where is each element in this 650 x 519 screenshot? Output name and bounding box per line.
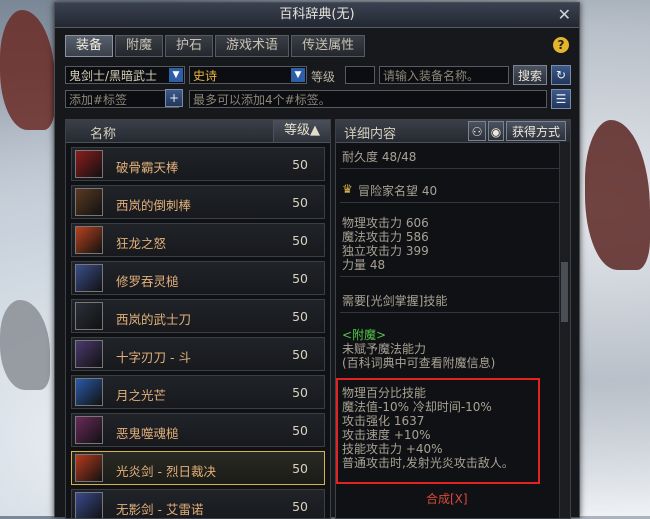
acquire-method-button[interactable]: 获得方式 <box>506 121 566 141</box>
list-item[interactable]: 无影剑 - 艾雷诺 50 <box>71 489 325 518</box>
item-level: 50 <box>292 157 308 172</box>
weapon-icon <box>75 150 103 178</box>
divider <box>340 276 560 277</box>
item-level: 50 <box>292 385 308 400</box>
item-name: 无影剑 - 艾雷诺 <box>116 502 204 517</box>
stat-strength: 力量 48 <box>342 258 386 272</box>
eye-icon[interactable]: ◉ <box>488 121 504 141</box>
item-name: 狂龙之怒 <box>116 236 167 251</box>
list-item[interactable]: 狂龙之怒 50 <box>71 223 325 257</box>
tab-game-terms[interactable]: 游戏术语 <box>215 35 290 57</box>
item-name: 西岚的武士刀 <box>116 312 192 327</box>
detail-title: 详细内容 <box>344 127 397 142</box>
compare-icon[interactable]: ⚇ <box>468 121 486 141</box>
tab-enchant[interactable]: 附魔 <box>115 35 164 57</box>
equipment-list: 名称 等级▲ 破骨霸天棒 50 西岚的倒刺棒 50 狂龙之怒 50 修罗吞灵槌 … <box>65 119 331 519</box>
item-name: 修罗吞灵槌 <box>116 274 179 289</box>
refresh-icon[interactable]: ↻ <box>551 65 571 85</box>
tag-menu-icon[interactable]: ☰ <box>551 89 571 109</box>
item-level: 50 <box>292 499 308 514</box>
rarity-select-value: 史诗 <box>193 69 218 83</box>
divider <box>340 168 560 169</box>
tag-list-field: 最多可以添加4个#标签。 <box>189 90 547 108</box>
durability: 耐久度 48/48 <box>342 150 417 164</box>
item-name: 破骨霸天棒 <box>116 160 179 175</box>
tab-bar: 装备 附魔 护石 游戏术语 传送属性 <box>65 35 367 57</box>
search-button[interactable]: 搜索 <box>513 65 547 85</box>
class-select[interactable]: 鬼剑士/黑暗武士 ▼ <box>65 66 185 84</box>
tab-teleport-attr[interactable]: 传送属性 <box>291 35 366 57</box>
class-select-value: 鬼剑士/黑暗武士 <box>69 69 158 83</box>
window-title: 百科辞典(无) <box>279 7 355 22</box>
tag-input[interactable]: 添加#标签 <box>65 90 179 108</box>
tag-placeholder: 添加#标签 <box>69 93 128 107</box>
chevron-down-icon: ▼ <box>169 68 183 82</box>
item-name: 十字刃刀 - 斗 <box>116 350 191 365</box>
encyclopedia-window: 百科辞典(无) ✕ 装备 附魔 护石 游戏术语 传送属性 ? 鬼剑士/黑暗武士 … <box>54 2 580 519</box>
tab-amulet[interactable]: 护石 <box>165 35 214 57</box>
craft-link[interactable]: 合成[X] <box>426 490 468 507</box>
item-level: 50 <box>292 461 308 476</box>
weapon-icon <box>75 340 103 368</box>
item-level: 50 <box>292 195 308 210</box>
list-item[interactable]: 十字刃刀 - 斗 50 <box>71 337 325 371</box>
list-item[interactable]: 西岚的倒刺棒 50 <box>71 185 325 219</box>
item-level: 50 <box>292 309 308 324</box>
level-input[interactable] <box>345 66 375 84</box>
chevron-down-icon: ▼ <box>291 68 305 82</box>
search-input[interactable]: 请输入装备名称。 <box>379 66 509 84</box>
search-placeholder: 请输入装备名称。 <box>383 69 480 83</box>
weapon-icon <box>75 188 103 216</box>
weapon-icon <box>75 378 103 406</box>
item-level: 50 <box>292 347 308 362</box>
close-icon[interactable]: ✕ <box>558 3 571 27</box>
item-name: 西岚的倒刺棒 <box>116 198 192 213</box>
weapon-icon <box>75 302 103 330</box>
tab-equipment[interactable]: 装备 <box>65 35 114 57</box>
column-level-header[interactable]: 等级▲ <box>273 120 330 142</box>
level-label: 等级 <box>311 70 336 84</box>
weapon-icon <box>75 264 103 292</box>
list-item[interactable]: 修罗吞灵槌 50 <box>71 261 325 295</box>
item-level: 50 <box>292 271 308 286</box>
list-item[interactable]: 恶鬼噬魂槌 50 <box>71 413 325 447</box>
list-item[interactable]: 月之光芒 50 <box>71 375 325 409</box>
item-name: 光炎剑 - 烈日裁决 <box>116 464 216 479</box>
item-name: 恶鬼噬魂槌 <box>116 426 179 441</box>
weapon-icon <box>75 492 103 518</box>
divider <box>340 202 560 203</box>
scroll-thumb[interactable] <box>561 262 568 322</box>
enchant-line: (百科词典中可查看附魔信息) <box>342 356 496 370</box>
title-bar[interactable]: 百科辞典(无) ✕ <box>55 3 579 28</box>
item-level: 50 <box>292 423 308 438</box>
list-item[interactable]: 破骨霸天棒 50 <box>71 147 325 181</box>
divider <box>340 312 560 313</box>
effect-line: 普通攻击时,发射光炎攻击敌人。 <box>342 456 514 470</box>
fame-value: 冒险家名望 40 <box>358 184 438 198</box>
weapon-icon <box>75 226 103 254</box>
detail-scrollbar[interactable] <box>559 142 570 518</box>
weapon-icon <box>75 416 103 444</box>
add-tag-icon[interactable]: + <box>165 89 183 107</box>
list-header: 名称 等级▲ <box>66 120 330 143</box>
help-icon[interactable]: ? <box>553 37 569 53</box>
rarity-select[interactable]: 史诗 ▼ <box>189 66 307 84</box>
tag-hint: 最多可以添加4个#标签。 <box>193 93 331 107</box>
weapon-icon <box>75 454 103 482</box>
detail-header: 详细内容 ⚇ ◉ 获得方式 <box>336 120 570 143</box>
detail-panel: 详细内容 ⚇ ◉ 获得方式 耐久度 48/48 ♛ 冒险家名望 40 物理攻击力… <box>335 119 571 519</box>
item-level: 50 <box>292 233 308 248</box>
list-item[interactable]: 西岚的武士刀 50 <box>71 299 325 333</box>
skill-requirement: 需要[光剑掌握]技能 <box>342 294 448 308</box>
list-item-selected[interactable]: 光炎剑 - 烈日裁决 50 <box>71 451 325 485</box>
item-name: 月之光芒 <box>116 388 167 403</box>
fame-icon: ♛ <box>342 182 353 196</box>
column-name-header[interactable]: 名称 <box>90 123 116 142</box>
